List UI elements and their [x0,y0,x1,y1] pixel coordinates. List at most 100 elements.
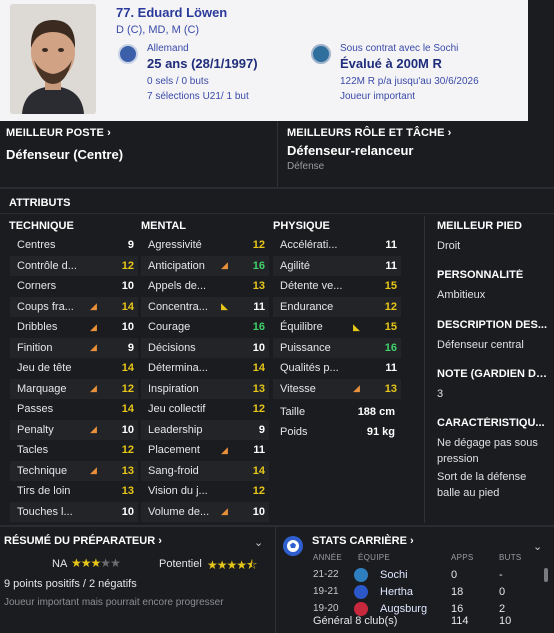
nation-badge-icon[interactable] [118,44,138,64]
col-header-goals: BUTS [499,553,522,562]
attribute-row[interactable]: Jeu collectif 12 [141,399,269,420]
attribute-row[interactable]: Inspiration 13 [141,378,269,399]
goalkeeper-rating: NOTE (GARDIEN DE... 3 [437,368,549,402]
career-club[interactable]: Hertha [380,586,413,598]
attribute-value: 11 [253,300,265,313]
attribute-name: Technique [17,464,68,477]
career-total-goals: 10 [499,615,512,627]
attribute-name: Détermina... [148,362,208,375]
career-stats-title[interactable]: STATS CARRIÈRE › [312,535,414,547]
contract-club[interactable]: Sous contrat avec le Sochi [340,43,458,54]
attribute-row[interactable]: Endurance 12 [273,296,401,317]
attribute-value: 10 [121,321,134,334]
trait-item: Sort de la défense balle au pied [437,471,527,499]
trend-arrow-icon: ◣ [353,321,360,332]
attribute-row[interactable]: Puissance 16 [273,337,401,358]
attribute-value: 16 [252,321,265,334]
attribute-row[interactable]: Équilibre ◣ 15 [273,317,401,338]
attribute-row[interactable]: Dribbles ◢ 10 [10,317,138,338]
career-club[interactable]: Augsburg [380,603,427,615]
attribute-row[interactable]: Jeu de tête 14 [10,358,138,379]
attribute-name: Penalty [17,423,54,436]
attribute-row[interactable]: Décisions 10 [141,337,269,358]
attribute-name: Courage [148,321,191,334]
attribute-row[interactable]: Tirs de loin 13 [10,481,138,502]
attribute-value: 11 [385,259,397,272]
attribute-row[interactable]: Coups fra... ◢ 14 [10,296,138,317]
career-row[interactable]: 21-22 Sochi 0 - [308,566,540,584]
attribute-row[interactable]: Sang-froid 14 [141,460,269,481]
attribute-name: Corners [17,280,57,293]
attribute-row[interactable]: Technique ◢ 13 [10,460,138,481]
chevron-down-icon[interactable]: ⌄ [533,540,542,553]
club-badge-icon[interactable] [311,44,331,64]
best-role-panel[interactable]: MEILLEURS RÔLE ET TÂCHE › Défenseur-rela… [278,121,554,187]
attributes-title: ATTRIBUTS [9,197,71,209]
attribute-value: 14 [121,300,134,313]
attribute-value: 16 [384,341,397,354]
col-header-apps: APPS [451,553,474,562]
divider [275,527,276,633]
description-value: Défenseur central [437,339,524,351]
attribute-row[interactable]: Centres 9 [10,235,138,256]
attribute-value: 13 [252,280,265,293]
attribute-row[interactable]: Finition ◢ 9 [10,337,138,358]
career-total-apps: 114 [451,615,469,627]
career-row[interactable]: 19-21 Hertha 18 0 [308,583,540,601]
attribute-row[interactable]: Volume de... ◢ 10 [141,501,269,522]
attribute-row[interactable]: Contrôle d... 12 [10,255,138,276]
attribute-row[interactable]: Agressivité 12 [141,235,269,256]
trend-arrow-icon: ◢ [90,424,97,435]
trend-arrow-icon: ◢ [90,383,97,394]
trend-arrow-icon: ◢ [221,444,228,455]
attribute-name: Équilibre [280,321,323,334]
attribute-value: 9 [258,423,265,436]
attribute-row[interactable]: Placement ◢ 11 [141,440,269,461]
attribute-row[interactable]: Corners 10 [10,276,138,297]
attribute-value: 10 [252,341,265,354]
attribute-name: Agilité [280,259,310,272]
attribute-row[interactable]: Penalty ◢ 10 [10,419,138,440]
attribute-name: Agressivité [148,239,202,252]
attribute-row[interactable]: Vitesse ◢ 13 [273,378,401,399]
career-club[interactable]: Sochi [380,569,408,581]
star-icon: ★ [90,556,102,570]
media-description: DESCRIPTION DES... Défenseur central [437,319,549,353]
attribute-row[interactable]: Anticipation ◢ 16 [141,255,269,276]
attribute-row[interactable]: Appels de... 13 [141,276,269,297]
club-badge-icon [354,568,368,582]
attribute-row[interactable]: Marquage ◢ 12 [10,378,138,399]
current-ability-stars: ★★★★★ [71,556,121,570]
personality-title: PERSONNALITÉ [437,269,524,281]
star-icon: ★ [71,556,82,570]
height-value: 188 cm [357,406,395,418]
attribute-row[interactable]: Courage 16 [141,317,269,338]
star-icon: ★ [226,558,238,572]
attribute-row[interactable]: Accélérati... 11 [273,235,401,256]
best-role-title[interactable]: MEILLEURS RÔLE ET TÂCHE › [287,127,451,139]
scout-summary-title[interactable]: RÉSUMÉ DU PRÉPARATEUR › [4,535,162,547]
attribute-value: 10 [252,505,265,518]
attribute-row[interactable]: Tacles 12 [10,440,138,461]
attribute-row[interactable]: Vision du j... 12 [141,481,269,502]
trend-arrow-icon: ◢ [221,260,228,271]
attribute-row[interactable]: Touches l... 10 [10,501,138,522]
attribute-row[interactable]: Passes 14 [10,399,138,420]
scrollbar-thumb[interactable] [544,568,548,582]
nationality[interactable]: Allemand [147,43,189,54]
best-role-duty: Défense [287,161,325,172]
attribute-row[interactable]: Leadership 9 [141,419,269,440]
chevron-down-icon[interactable]: ⌄ [254,536,263,549]
trend-arrow-icon: ◢ [221,506,228,517]
attribute-row[interactable]: Agilité 11 [273,255,401,276]
attribute-row[interactable]: Qualités p... 11 [273,358,401,379]
best-position-title[interactable]: MEILLEUR POSTE › [6,127,111,139]
football-icon [283,536,303,556]
attribute-value: 12 [384,300,397,313]
attribute-row[interactable]: Détente ve... 15 [273,276,401,297]
attribute-row[interactable]: Concentra... ◣ 11 [141,296,269,317]
attribute-value: 12 [252,485,265,498]
attribute-row[interactable]: Détermina... 14 [141,358,269,379]
best-position-panel[interactable]: MEILLEUR POSTE › Défenseur (Centre) [0,121,277,187]
career-year: 19-20 [313,603,339,614]
